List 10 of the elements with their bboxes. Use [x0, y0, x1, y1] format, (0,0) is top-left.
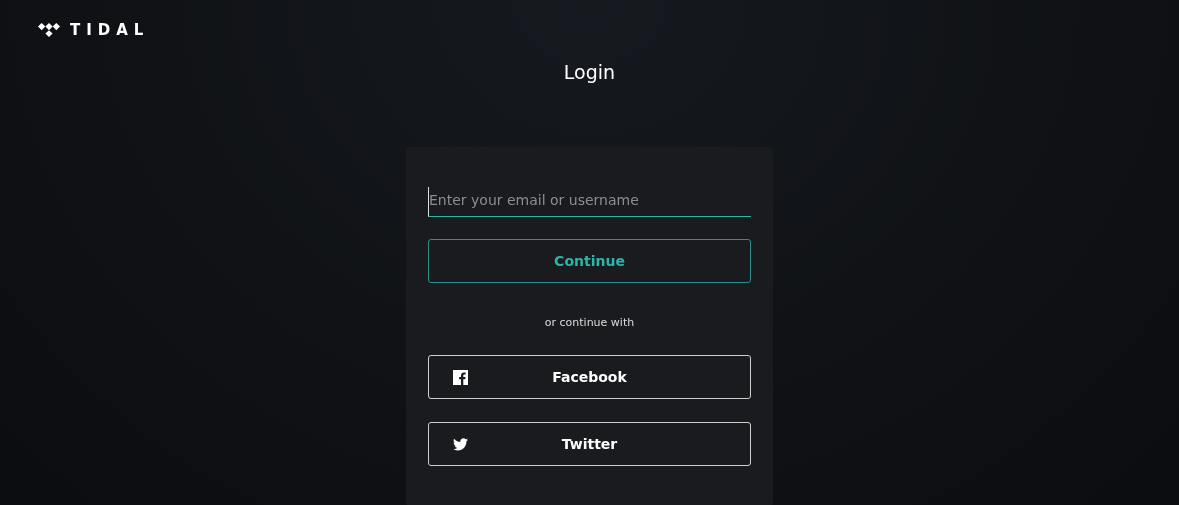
- brand-name: TIDAL: [70, 22, 150, 38]
- logo-icon: [38, 23, 60, 37]
- twitter-icon: [453, 437, 468, 451]
- divider-text: or continue with: [543, 316, 636, 329]
- facebook-login-button[interactable]: Facebook: [428, 355, 751, 399]
- email-field[interactable]: Enter your email or username: [428, 187, 751, 217]
- continue-button[interactable]: Continue: [428, 239, 751, 283]
- twitter-login-button[interactable]: Twitter: [428, 422, 751, 466]
- facebook-icon: [453, 369, 468, 385]
- page-title: Login: [563, 60, 616, 84]
